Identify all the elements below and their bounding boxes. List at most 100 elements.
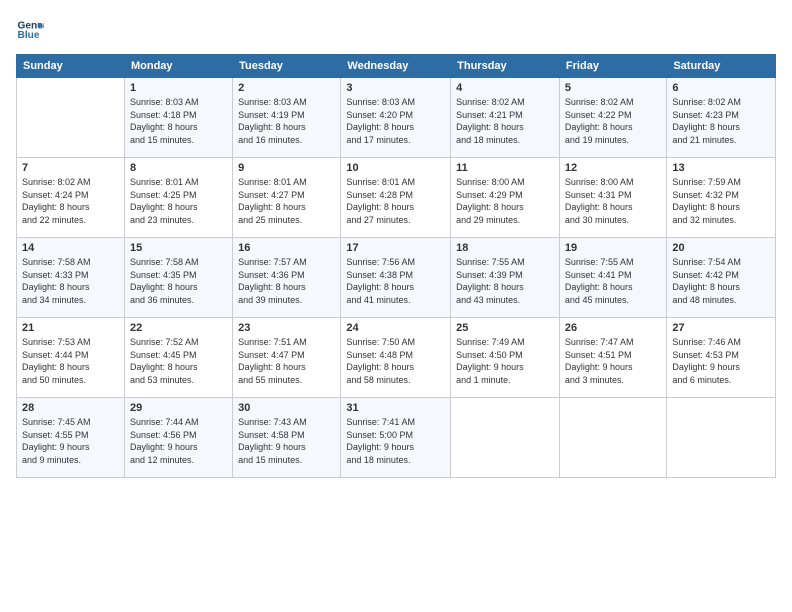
day-number: 21 — [22, 322, 119, 334]
day-cell: 24 Sunrise: 7:50 AM Sunset: 4:48 PM Dayli… — [341, 318, 451, 398]
day-cell: 31 Sunrise: 7:41 AM Sunset: 5:00 PM Dayli… — [341, 398, 451, 478]
day-number: 25 — [456, 322, 554, 334]
day-number: 18 — [456, 242, 554, 254]
week-row-5: 28 Sunrise: 7:45 AM Sunset: 4:55 PM Dayli… — [17, 398, 776, 478]
day-number: 30 — [238, 402, 335, 414]
day-info: Sunrise: 8:01 AM Sunset: 4:28 PM Dayligh… — [346, 176, 445, 226]
day-info: Sunrise: 7:58 AM Sunset: 4:33 PM Dayligh… — [22, 256, 119, 306]
day-number: 19 — [565, 242, 661, 254]
page-header: General Blue — [16, 16, 776, 44]
day-number: 24 — [346, 322, 445, 334]
day-info: Sunrise: 7:52 AM Sunset: 4:45 PM Dayligh… — [130, 336, 227, 386]
day-info: Sunrise: 7:50 AM Sunset: 4:48 PM Dayligh… — [346, 336, 445, 386]
day-number: 20 — [672, 242, 770, 254]
week-row-2: 7Sunrise: 8:02 AM Sunset: 4:24 PM Daylig… — [17, 158, 776, 238]
day-info: Sunrise: 8:03 AM Sunset: 4:18 PM Dayligh… — [130, 96, 227, 146]
day-info: Sunrise: 8:02 AM Sunset: 4:21 PM Dayligh… — [456, 96, 554, 146]
day-number: 9 — [238, 162, 335, 174]
day-cell: 2Sunrise: 8:03 AM Sunset: 4:19 PM Daylig… — [233, 78, 341, 158]
day-cell: 13 Sunrise: 7:59 AM Sunset: 4:32 PM Dayli… — [667, 158, 776, 238]
week-row-3: 14 Sunrise: 7:58 AM Sunset: 4:33 PM Dayli… — [17, 238, 776, 318]
day-info: Sunrise: 7:41 AM Sunset: 5:00 PM Dayligh… — [346, 416, 445, 466]
day-cell — [451, 398, 560, 478]
weekday-header-saturday: Saturday — [667, 55, 776, 78]
day-number: 31 — [346, 402, 445, 414]
day-info: Sunrise: 7:57 AM Sunset: 4:36 PM Dayligh… — [238, 256, 335, 306]
day-number: 12 — [565, 162, 661, 174]
day-info: Sunrise: 8:00 AM Sunset: 4:31 PM Dayligh… — [565, 176, 661, 226]
day-number: 13 — [672, 162, 770, 174]
day-number: 29 — [130, 402, 227, 414]
day-number: 5 — [565, 82, 661, 94]
day-cell: 17 Sunrise: 7:56 AM Sunset: 4:38 PM Dayli… — [341, 238, 451, 318]
day-cell: 7Sunrise: 8:02 AM Sunset: 4:24 PM Daylig… — [17, 158, 125, 238]
day-cell: 25 Sunrise: 7:49 AM Sunset: 4:50 PM Dayli… — [451, 318, 560, 398]
day-number: 26 — [565, 322, 661, 334]
day-number: 2 — [238, 82, 335, 94]
day-cell — [667, 398, 776, 478]
day-number: 3 — [346, 82, 445, 94]
day-cell: 5 Sunrise: 8:02 AM Sunset: 4:22 PM Daylig… — [559, 78, 666, 158]
day-number: 17 — [346, 242, 445, 254]
day-cell — [17, 78, 125, 158]
day-number: 22 — [130, 322, 227, 334]
day-info: Sunrise: 8:02 AM Sunset: 4:24 PM Dayligh… — [22, 176, 119, 226]
day-number: 1 — [130, 82, 227, 94]
day-number: 8 — [130, 162, 227, 174]
day-cell: 9 Sunrise: 8:01 AM Sunset: 4:27 PM Daylig… — [233, 158, 341, 238]
day-cell: 8 Sunrise: 8:01 AM Sunset: 4:25 PM Daylig… — [124, 158, 232, 238]
day-info: Sunrise: 7:54 AM Sunset: 4:42 PM Dayligh… — [672, 256, 770, 306]
day-info: Sunrise: 7:45 AM Sunset: 4:55 PM Dayligh… — [22, 416, 119, 466]
calendar-table: SundayMondayTuesdayWednesdayThursdayFrid… — [16, 54, 776, 478]
day-cell: 15 Sunrise: 7:58 AM Sunset: 4:35 PM Dayli… — [124, 238, 232, 318]
day-cell: 16 Sunrise: 7:57 AM Sunset: 4:36 PM Dayli… — [233, 238, 341, 318]
day-cell: 28 Sunrise: 7:45 AM Sunset: 4:55 PM Dayli… — [17, 398, 125, 478]
day-number: 16 — [238, 242, 335, 254]
day-number: 4 — [456, 82, 554, 94]
day-cell: 6 Sunrise: 8:02 AM Sunset: 4:23 PM Daylig… — [667, 78, 776, 158]
day-info: Sunrise: 8:00 AM Sunset: 4:29 PM Dayligh… — [456, 176, 554, 226]
svg-text:Blue: Blue — [18, 30, 40, 41]
weekday-header-tuesday: Tuesday — [233, 55, 341, 78]
logo: General Blue — [16, 16, 48, 44]
day-number: 28 — [22, 402, 119, 414]
day-cell: 4 Sunrise: 8:02 AM Sunset: 4:21 PM Daylig… — [451, 78, 560, 158]
day-cell: 18 Sunrise: 7:55 AM Sunset: 4:39 PM Dayli… — [451, 238, 560, 318]
day-info: Sunrise: 7:55 AM Sunset: 4:39 PM Dayligh… — [456, 256, 554, 306]
weekday-header-sunday: Sunday — [17, 55, 125, 78]
week-row-1: 1 Sunrise: 8:03 AM Sunset: 4:18 PM Daylig… — [17, 78, 776, 158]
day-cell: 27Sunrise: 7:46 AM Sunset: 4:53 PM Dayli… — [667, 318, 776, 398]
day-info: Sunrise: 7:44 AM Sunset: 4:56 PM Dayligh… — [130, 416, 227, 466]
day-info: Sunrise: 8:01 AM Sunset: 4:25 PM Dayligh… — [130, 176, 227, 226]
day-cell: 20 Sunrise: 7:54 AM Sunset: 4:42 PM Dayli… — [667, 238, 776, 318]
day-info: Sunrise: 8:02 AM Sunset: 4:23 PM Dayligh… — [672, 96, 770, 146]
day-cell: 12 Sunrise: 8:00 AM Sunset: 4:31 PM Dayli… — [559, 158, 666, 238]
day-cell: 1 Sunrise: 8:03 AM Sunset: 4:18 PM Daylig… — [124, 78, 232, 158]
day-info: Sunrise: 8:02 AM Sunset: 4:22 PM Dayligh… — [565, 96, 661, 146]
day-info: Sunrise: 7:43 AM Sunset: 4:58 PM Dayligh… — [238, 416, 335, 466]
weekday-header-friday: Friday — [559, 55, 666, 78]
day-cell — [559, 398, 666, 478]
day-info: Sunrise: 7:47 AM Sunset: 4:51 PM Dayligh… — [565, 336, 661, 386]
day-info: Sunrise: 7:56 AM Sunset: 4:38 PM Dayligh… — [346, 256, 445, 306]
day-cell: 19 Sunrise: 7:55 AM Sunset: 4:41 PM Dayli… — [559, 238, 666, 318]
day-info: Sunrise: 8:01 AM Sunset: 4:27 PM Dayligh… — [238, 176, 335, 226]
day-info: Sunrise: 7:51 AM Sunset: 4:47 PM Dayligh… — [238, 336, 335, 386]
weekday-header-row: SundayMondayTuesdayWednesdayThursdayFrid… — [17, 55, 776, 78]
day-cell: 21Sunrise: 7:53 AM Sunset: 4:44 PM Dayli… — [17, 318, 125, 398]
day-cell: 10 Sunrise: 8:01 AM Sunset: 4:28 PM Dayli… — [341, 158, 451, 238]
day-number: 23 — [238, 322, 335, 334]
day-number: 10 — [346, 162, 445, 174]
day-info: Sunrise: 7:49 AM Sunset: 4:50 PM Dayligh… — [456, 336, 554, 386]
day-info: Sunrise: 7:58 AM Sunset: 4:35 PM Dayligh… — [130, 256, 227, 306]
day-number: 11 — [456, 162, 554, 174]
day-info: Sunrise: 7:55 AM Sunset: 4:41 PM Dayligh… — [565, 256, 661, 306]
weekday-header-wednesday: Wednesday — [341, 55, 451, 78]
day-info: Sunrise: 7:59 AM Sunset: 4:32 PM Dayligh… — [672, 176, 770, 226]
day-cell: 14 Sunrise: 7:58 AM Sunset: 4:33 PM Dayli… — [17, 238, 125, 318]
day-number: 14 — [22, 242, 119, 254]
day-number: 15 — [130, 242, 227, 254]
weekday-header-thursday: Thursday — [451, 55, 560, 78]
day-number: 6 — [672, 82, 770, 94]
day-cell: 3Sunrise: 8:03 AM Sunset: 4:20 PM Daylig… — [341, 78, 451, 158]
